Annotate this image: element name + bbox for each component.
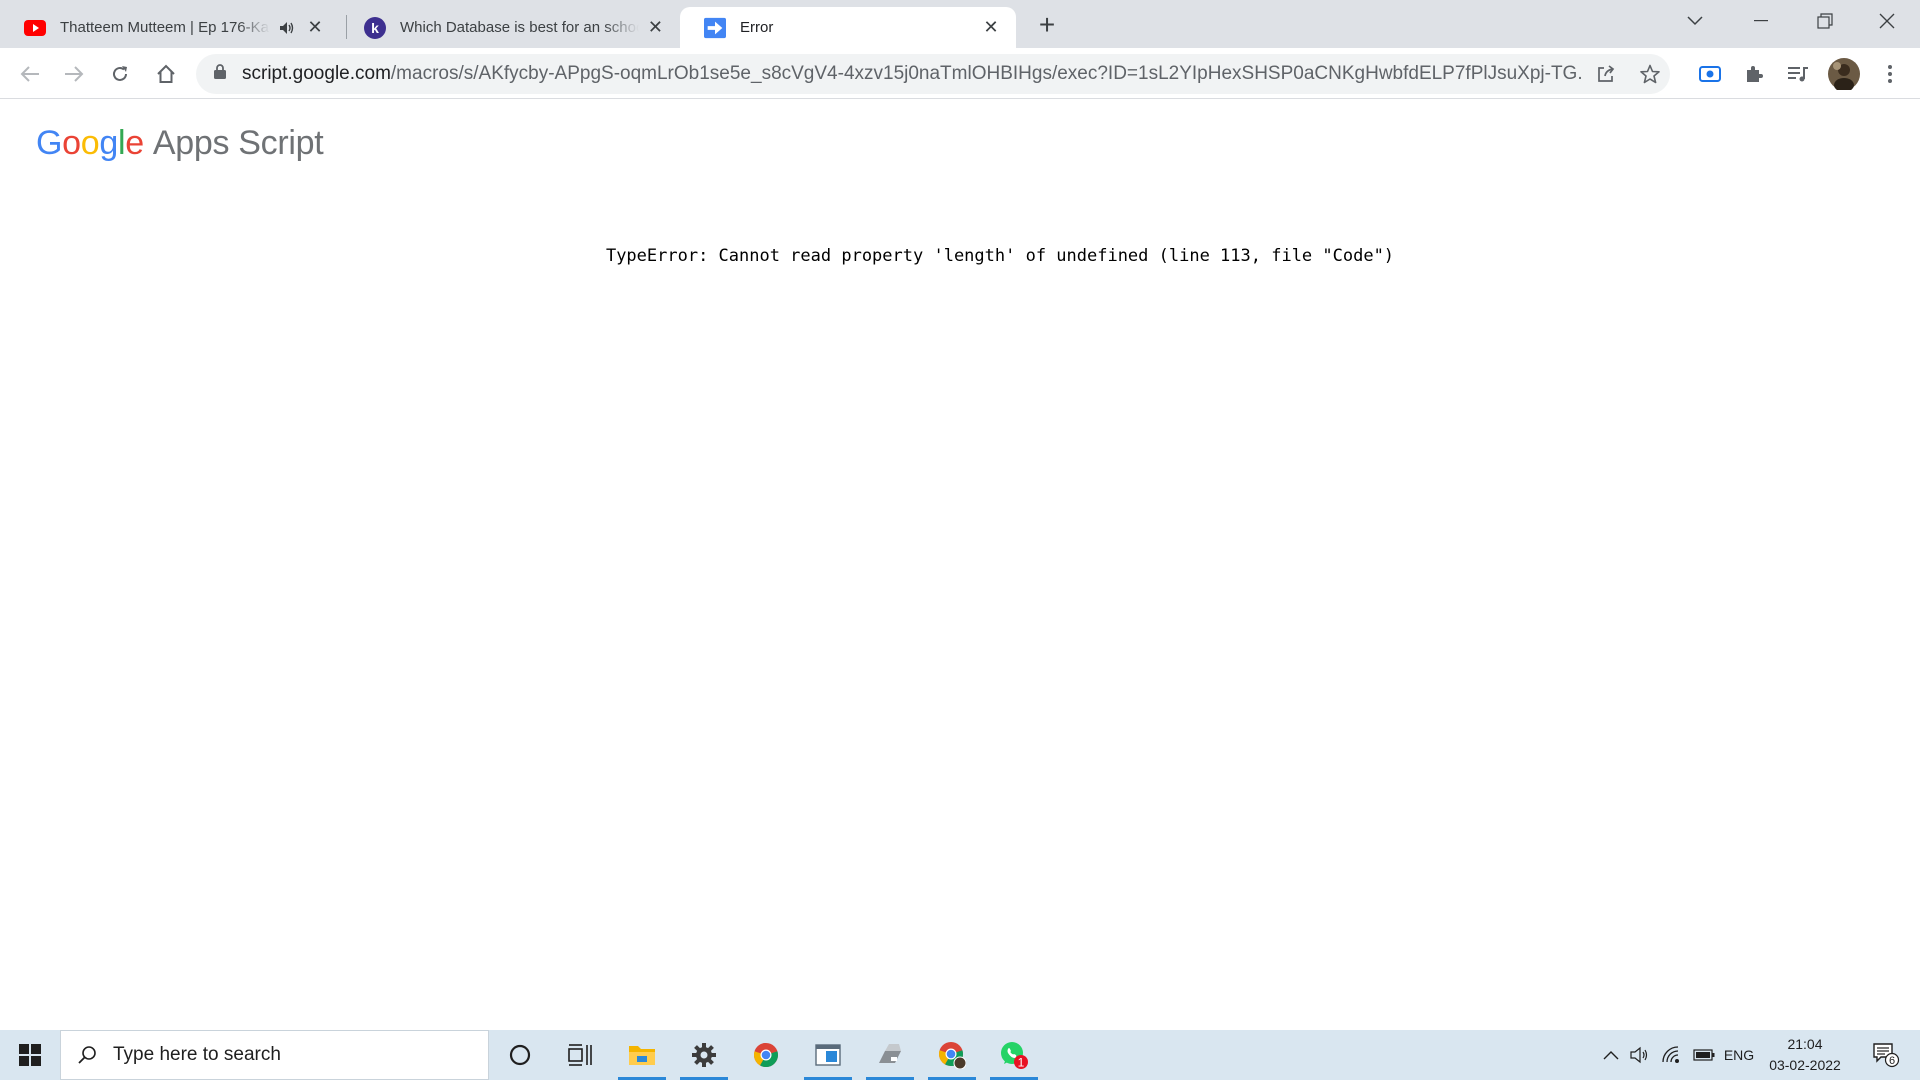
speaker-icon[interactable] [276,17,298,39]
file-explorer-icon[interactable] [614,1030,670,1080]
address-bar[interactable]: script.google.com/macros/s/AKfycby-APpgS… [196,54,1670,94]
battery-icon[interactable] [1690,1030,1718,1080]
task-view-icon[interactable] [552,1030,608,1080]
profile-avatar[interactable] [1826,56,1862,92]
error-message: TypeError: Cannot read property 'length'… [605,246,1395,266]
minimize-icon[interactable] [1732,0,1790,42]
reload-icon[interactable] [102,56,138,92]
extensions-icon[interactable] [1736,56,1772,92]
svg-text:k: k [371,20,379,36]
notification-count: 6 [1889,1055,1895,1067]
app-window-icon[interactable] [800,1030,856,1080]
windows-start-icon[interactable] [0,1030,60,1080]
k-letter-icon: k [364,16,386,39]
drive-app-icon[interactable] [862,1030,918,1080]
tab-youtube[interactable]: Thatteem Mutteem | Ep 176-Ka ✕ [0,7,340,48]
home-icon[interactable] [148,56,184,92]
browser-toolbar: script.google.com/macros/s/AKfycby-APpgS… [0,48,1920,99]
settings-icon[interactable] [676,1030,732,1080]
volume-icon[interactable] [1626,1030,1654,1080]
tab-strip: Thatteem Mutteem | Ep 176-Ka ✕ k Which D… [0,0,1920,48]
bookmark-star-icon[interactable] [1632,56,1668,92]
system-clock[interactable]: 21:04 03-02-2022 [1760,1034,1850,1076]
youtube-icon [24,17,46,39]
search-icon [77,1045,97,1065]
search-placeholder: Type here to search [113,1044,281,1065]
page-content: Google Apps Script TypeError: Cannot read… [0,100,1920,1030]
tab-error[interactable]: Error ✕ [680,7,1016,48]
show-hidden-icons-chevron-icon[interactable] [1598,1030,1624,1080]
share-icon[interactable] [1588,56,1624,92]
chrome-menu-icon[interactable] [1872,56,1908,92]
tab-title: Thatteem Mutteem | Ep 176-Ka [60,19,269,36]
forward-icon[interactable] [56,56,92,92]
media-control-icon[interactable] [1780,56,1816,92]
notification-center-icon[interactable]: 6 [1866,1030,1906,1080]
apps-script-logo[interactable]: Google Apps Script [36,124,324,163]
clock-date: 03-02-2022 [1769,1057,1841,1073]
url-text[interactable]: script.google.com/macros/s/AKfycby-APpgS… [242,63,1582,85]
new-tab-button[interactable]: + [1032,9,1062,40]
taskbar-search-box[interactable]: Type here to search [60,1030,489,1080]
windows-taskbar: Type here to search 1 ENG 21:04 03-02-20… [0,1030,1920,1080]
clock-time: 21:04 [1787,1036,1823,1052]
tab-title: Which Database is best for an school [400,19,639,36]
apps-script-arrow-icon [704,17,726,39]
cortana-icon[interactable] [492,1030,548,1080]
chrome-profile-icon[interactable] [924,1030,980,1080]
tab-title: Error [740,19,774,36]
whatsapp-icon[interactable]: 1 [986,1030,1042,1080]
lock-icon[interactable] [214,64,228,84]
screen-capture-icon[interactable] [1692,56,1728,92]
whatsapp-badge: 1 [1018,1056,1025,1070]
back-icon[interactable] [12,56,48,92]
tab-quora[interactable]: k Which Database is best for an school ✕ [340,7,680,48]
close-tab-icon[interactable]: ✕ [304,17,326,39]
restore-icon[interactable] [1796,0,1854,42]
close-tab-icon[interactable]: ✕ [645,17,666,39]
language-indicator[interactable]: ENG [1718,1030,1760,1080]
close-window-icon[interactable] [1858,0,1916,42]
wifi-icon[interactable] [1658,1030,1686,1080]
close-tab-icon[interactable]: ✕ [980,17,1002,39]
tab-search-icon[interactable] [1666,0,1724,42]
chrome-icon[interactable] [738,1030,794,1080]
